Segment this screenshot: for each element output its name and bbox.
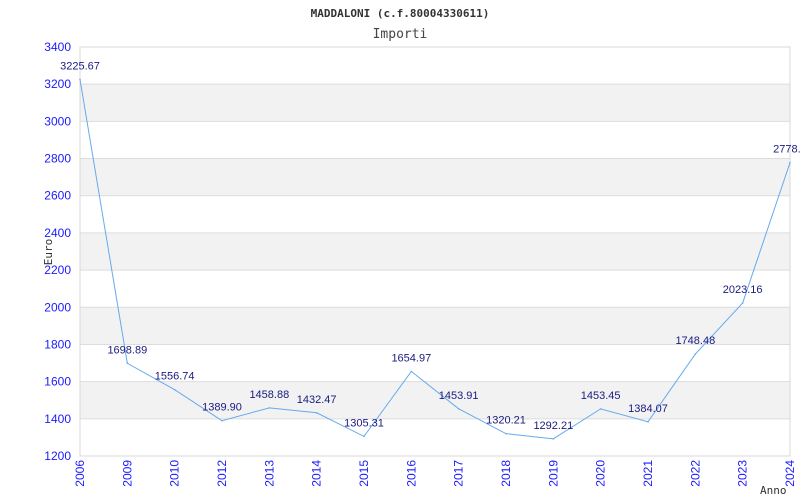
x-tick-label: 2024 [783,460,797,487]
x-tick-label: 2006 [73,460,87,487]
data-point [552,438,555,440]
y-axis-label: Euro [42,239,55,266]
chart-subtitle: Importi [373,27,428,42]
x-tick-label: 2021 [641,460,655,487]
y-tick-label: 1600 [44,375,71,389]
x-tick-label: 2019 [546,460,560,487]
x-tick-label: 2013 [262,460,276,487]
x-tick-label: 2015 [357,460,371,487]
data-point [789,161,791,164]
data-label: 1384.07 [628,403,668,415]
data-label: 1458.88 [249,389,289,401]
line-chart: MADDALONI (c.f.80004330611) Importi 1200… [42,7,800,497]
data-point [79,78,81,81]
y-tick-label: 1400 [44,412,71,426]
grid-band [80,381,790,419]
data-label: 1305.31 [344,417,384,429]
x-tick-label: 2017 [452,460,466,487]
x-tick-label: 2023 [736,460,750,487]
grid-band [80,84,790,122]
y-tick-label: 3200 [44,77,71,91]
data-label: 2023.16 [723,284,763,296]
data-point [363,435,365,438]
data-label: 1432.47 [297,394,337,406]
data-label: 1698.89 [107,344,147,356]
data-label: 2778.2 [773,144,800,156]
data-point [268,407,271,409]
data-label: 1654.97 [391,352,431,364]
data-label: 1556.74 [155,371,195,383]
data-label: 1320.21 [486,415,526,427]
data-point [694,353,697,355]
grid-band [80,158,790,196]
chart-title: MADDALONI (c.f.80004330611) [311,7,490,20]
x-tick-label: 2016 [404,460,418,487]
y-tick-label: 2600 [44,189,71,203]
data-label: 1292.21 [533,420,573,432]
data-point [647,420,649,423]
grid-band [80,232,790,271]
data-point [126,362,129,365]
x-tick-label: 2018 [499,460,513,487]
x-axis-label: Anno [760,484,787,497]
y-tick-label: 2000 [44,300,71,314]
y-tick-label: 2400 [44,226,71,240]
data-point [741,302,744,304]
x-tick-label: 2022 [688,460,702,487]
data-label: 1389.90 [202,402,242,414]
x-tick-label: 2014 [310,460,324,487]
data-point [221,419,223,422]
data-point [173,388,176,391]
data-label: 3225.67 [60,60,100,72]
data-point [410,370,413,373]
y-tick-label: 3000 [44,114,71,128]
x-tick-label: 2020 [594,460,608,487]
y-tick-label: 1200 [44,449,71,463]
y-tick-label: 3400 [44,40,71,54]
x-tick-label: 2012 [215,460,229,487]
data-label: 1748.48 [675,335,715,347]
data-point [599,408,602,410]
data-label: 1453.91 [439,390,479,402]
data-label: 1453.45 [581,390,621,402]
x-tick-label: 2009 [120,460,134,487]
y-tick-label: 1800 [44,337,71,351]
data-point [457,407,460,410]
data-point [315,411,318,414]
y-tick-label: 2800 [44,152,71,166]
data-point [505,432,507,435]
x-tick-label: 2010 [168,460,182,487]
